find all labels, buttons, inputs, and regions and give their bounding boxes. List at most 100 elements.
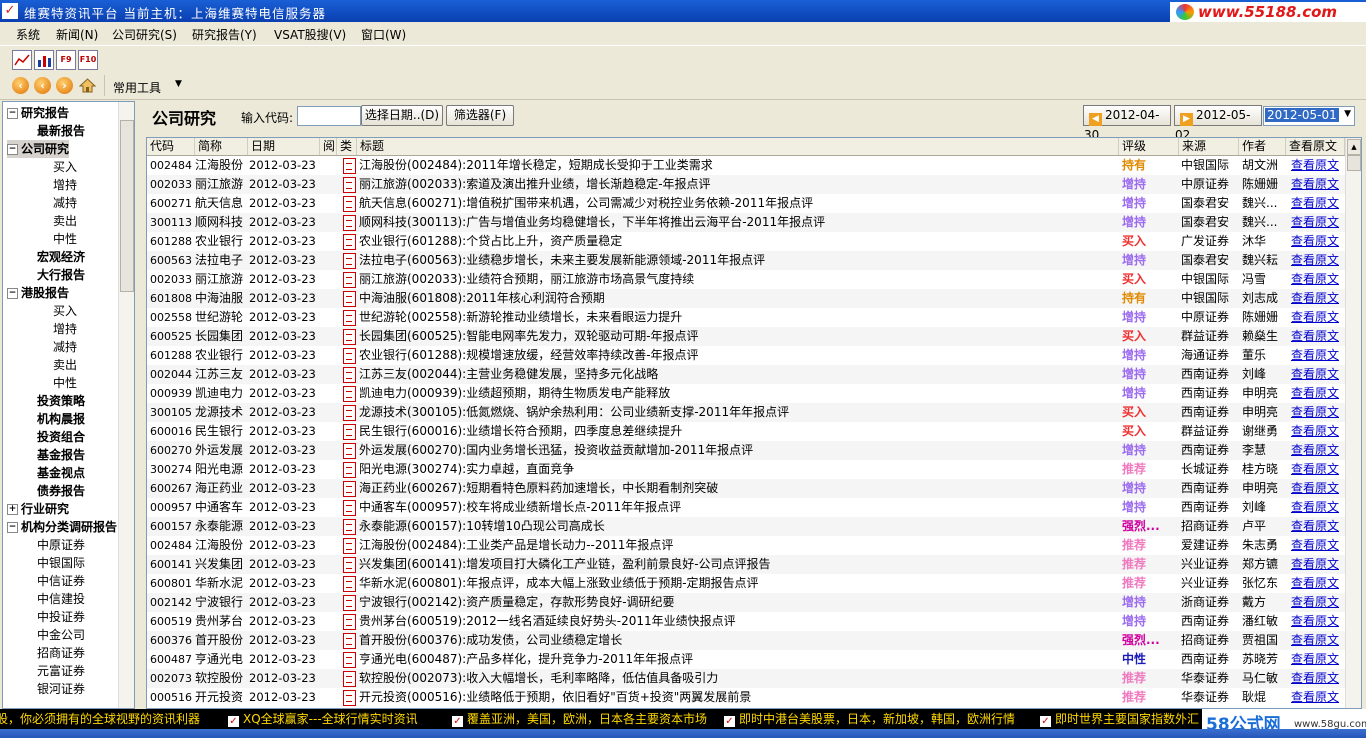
table-row[interactable]: 600525 长园集团 2012-03-23 长园集团(600525):智能电网率先发…: [147, 327, 1345, 346]
line-chart-button[interactable]: [12, 50, 32, 70]
ticker-item[interactable]: 股，你必须拥有的全球视野的资讯利器: [0, 709, 200, 729]
view-original-link[interactable]: 查看原文: [1291, 669, 1343, 688]
tree-node[interactable]: − 机构分类调研报告: [7, 518, 117, 536]
view-original-link[interactable]: 查看原文: [1291, 346, 1343, 365]
tree-node[interactable]: 卖出: [53, 356, 77, 374]
table-row[interactable]: 600267 海正药业 2012-03-23 海正药业(600267):短期看特色原料…: [147, 479, 1345, 498]
table-row[interactable]: 600141 兴发集团 2012-03-23 兴发集团(600141):增发项目打大磷…: [147, 555, 1345, 574]
tree-node[interactable]: 增持: [53, 320, 77, 338]
view-original-link[interactable]: 查看原文: [1291, 232, 1343, 251]
menu-company-research[interactable]: 公司研究(S): [112, 26, 177, 43]
table-row[interactable]: 002142 宁波银行 2012-03-23 宁波银行(002142):资产质量稳定，…: [147, 593, 1345, 612]
collapse-icon[interactable]: −: [7, 522, 18, 533]
home-button[interactable]: [78, 77, 97, 94]
table-row[interactable]: 000957 中通客车 2012-03-23 中通客车(000957):校车将成业绩新…: [147, 498, 1345, 517]
forward-button[interactable]: ›: [56, 77, 73, 94]
table-row[interactable]: 002484 江海股份 2012-03-23 江海股份(002484):2011年增长…: [147, 156, 1345, 175]
collapse-icon[interactable]: −: [7, 144, 18, 155]
ticker-item[interactable]: ✓ XQ全球赢家---全球行情实时资讯: [228, 709, 418, 729]
table-row[interactable]: 600271 航天信息 2012-03-23 航天信息(600271):增值税扩围带来…: [147, 194, 1345, 213]
f9-button[interactable]: F9: [56, 50, 76, 70]
tree-scrollbar[interactable]: [118, 102, 134, 708]
tree-node[interactable]: 买入: [53, 158, 77, 176]
tree-node[interactable]: 最新报告: [37, 122, 85, 140]
column-header-code[interactable]: 代码: [147, 138, 195, 155]
table-row[interactable]: 600016 民生银行 2012-03-23 民生银行(600016):业绩增长符合预…: [147, 422, 1345, 441]
view-original-link[interactable]: 查看原文: [1291, 422, 1343, 441]
tree-node[interactable]: 减持: [53, 338, 77, 356]
table-row[interactable]: 002033 丽江旅游 2012-03-23 丽江旅游(002033):索道及演出推升…: [147, 175, 1345, 194]
table-row[interactable]: 300274 阳光电源 2012-03-23 阳光电源(300274):实力卓越，直面…: [147, 460, 1345, 479]
view-original-link[interactable]: 查看原文: [1291, 156, 1343, 175]
column-header-title[interactable]: 标题: [357, 138, 1119, 155]
table-row[interactable]: 002033 丽江旅游 2012-03-23 丽江旅游(002033):业绩符合预期，…: [147, 270, 1345, 289]
view-original-link[interactable]: 查看原文: [1291, 213, 1343, 232]
column-header-name[interactable]: 简称: [195, 138, 248, 155]
view-original-link[interactable]: 查看原文: [1291, 365, 1343, 384]
menu-news[interactable]: 新闻(N): [56, 26, 98, 43]
view-original-link[interactable]: 查看原文: [1291, 498, 1343, 517]
view-original-link[interactable]: 查看原文: [1291, 175, 1343, 194]
collapse-icon[interactable]: −: [7, 108, 18, 119]
tree-node[interactable]: − 港股报告: [7, 284, 69, 302]
expand-icon[interactable]: +: [7, 504, 18, 515]
table-row[interactable]: 601288 农业银行 2012-03-23 农业银行(601288):规模增速放缓，…: [147, 346, 1345, 365]
tree-node[interactable]: 买入: [53, 302, 77, 320]
back-alt-button[interactable]: ‹: [34, 77, 51, 94]
menu-research-report[interactable]: 研究报告(Y): [192, 26, 257, 43]
view-original-link[interactable]: 查看原文: [1291, 517, 1343, 536]
view-original-link[interactable]: 查看原文: [1291, 384, 1343, 403]
tree-node[interactable]: 投资策略: [37, 392, 85, 410]
column-header-view[interactable]: 查看原文: [1286, 138, 1345, 155]
tree-node[interactable]: 机构晨报: [37, 410, 85, 428]
view-original-link[interactable]: 查看原文: [1291, 308, 1343, 327]
ticker-item[interactable]: ✓ 覆盖亚洲，美国，欧洲，日本各主要资本市场: [452, 709, 707, 729]
table-row[interactable]: 600563 法拉电子 2012-03-23 法拉电子(600563):业绩稳步增长，…: [147, 251, 1345, 270]
tree-node[interactable]: 招商证券: [37, 644, 85, 662]
table-row[interactable]: 002558 世纪游轮 2012-03-23 世纪游轮(002558):新游轮推动业绩…: [147, 308, 1345, 327]
tree-node[interactable]: 大行报告: [37, 266, 85, 284]
view-original-link[interactable]: 查看原文: [1291, 574, 1343, 593]
view-original-link[interactable]: 查看原文: [1291, 441, 1343, 460]
column-header-author[interactable]: 作者: [1239, 138, 1286, 155]
column-header-read[interactable]: 阅: [320, 138, 337, 155]
tree-node[interactable]: + 行业研究: [7, 500, 69, 518]
view-original-link[interactable]: 查看原文: [1291, 270, 1343, 289]
view-original-link[interactable]: 查看原文: [1291, 251, 1343, 270]
grid-scroll-thumb[interactable]: [1347, 155, 1361, 171]
column-header-type[interactable]: 类: [337, 138, 357, 155]
table-row[interactable]: 601288 农业银行 2012-03-23 农业银行(601288):个贷占比上升，…: [147, 232, 1345, 251]
tree-node[interactable]: 债券报告: [37, 482, 85, 500]
table-row[interactable]: 000516 开元投资 2012-03-23 开元投资(000516):业绩略低于预期…: [147, 688, 1345, 707]
view-original-link[interactable]: 查看原文: [1291, 612, 1343, 631]
scroll-up-icon[interactable]: ▲: [1347, 139, 1361, 155]
table-row[interactable]: 600801 华新水泥 2012-03-23 华新水泥(600801):年报点评，成本…: [147, 574, 1345, 593]
table-row[interactable]: 600270 外运发展 2012-03-23 外运发展(600270):国内业务增长迅…: [147, 441, 1345, 460]
tree-scroll-thumb[interactable]: [120, 120, 134, 292]
common-tools-dropdown[interactable]: 常用工具 ▼: [104, 75, 187, 96]
prev-date-button[interactable]: ◀ 2012-04-30: [1083, 105, 1171, 142]
collapse-icon[interactable]: −: [7, 288, 18, 299]
tree-node[interactable]: 宏观经济: [37, 248, 85, 266]
bar-chart-button[interactable]: [34, 50, 54, 70]
tree-node[interactable]: 中性: [53, 374, 77, 392]
tree-node[interactable]: 银河证券: [37, 680, 85, 698]
table-row[interactable]: 002484 江海股份 2012-03-23 江海股份(002484):工业类产品是增…: [147, 536, 1345, 555]
tree-node[interactable]: 增持: [53, 176, 77, 194]
tree-node[interactable]: 中信证券: [37, 572, 85, 590]
tree-node[interactable]: 中银国际: [37, 554, 85, 572]
table-row[interactable]: 601808 中海油服 2012-03-23 中海油服(601808):2011年核心…: [147, 289, 1345, 308]
view-original-link[interactable]: 查看原文: [1291, 403, 1343, 422]
table-row[interactable]: 300105 龙源技术 2012-03-23 龙源技术(300105):低氮燃烧、锅炉…: [147, 403, 1345, 422]
grid-scrollbar[interactable]: ▲: [1345, 138, 1361, 708]
next-date-button[interactable]: ▶ 2012-05-02: [1174, 105, 1262, 142]
tree-node[interactable]: 中信建投: [37, 590, 85, 608]
tree-node[interactable]: 卖出: [53, 212, 77, 230]
select-date-button[interactable]: 选择日期..(D): [361, 105, 443, 126]
tree-node[interactable]: 基金视点: [37, 464, 85, 482]
table-row[interactable]: 600376 首开股份 2012-03-23 首开股份(600376):成功发债，公司…: [147, 631, 1345, 650]
view-original-link[interactable]: 查看原文: [1291, 555, 1343, 574]
code-input[interactable]: [297, 106, 361, 126]
filter-button[interactable]: 筛选器(F): [446, 105, 514, 126]
f10-button[interactable]: F10: [78, 50, 98, 70]
